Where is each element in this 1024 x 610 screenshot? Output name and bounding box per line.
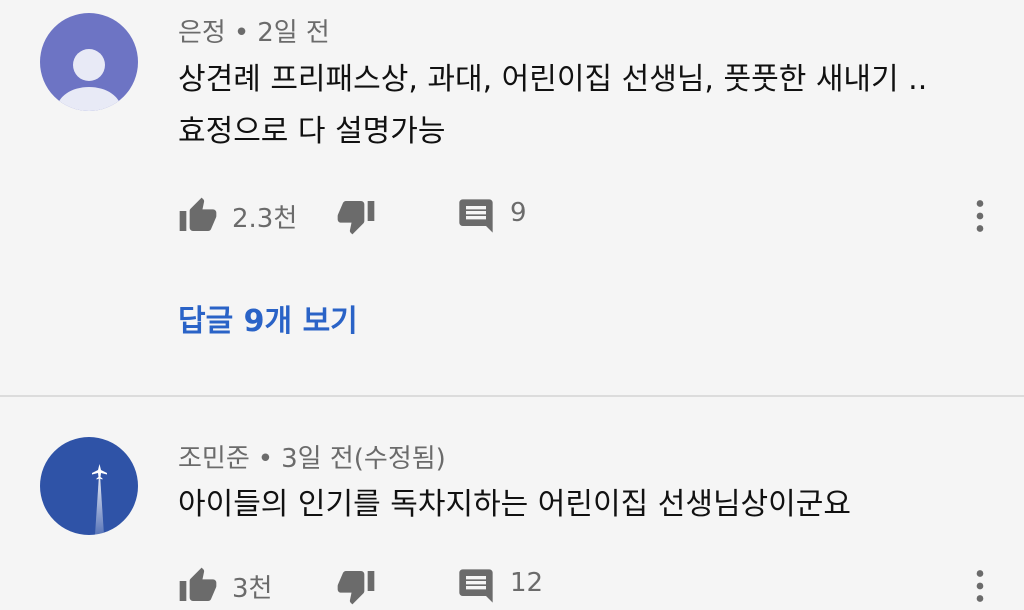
reply-count: 9 bbox=[510, 198, 527, 228]
author-name[interactable]: 조민준 bbox=[178, 444, 250, 474]
comment-item: 조민준 • 3일 전(수정됨) 아이들의 인기를 독차지하는 어린이집 선생님상이군… bbox=[0, 395, 1024, 605]
comment-time: 2일 전 bbox=[257, 18, 330, 48]
reply-count: 12 bbox=[510, 568, 544, 598]
view-replies-link[interactable]: 답글 9개 보기 bbox=[178, 296, 358, 340]
like-count: 2.3천 bbox=[232, 204, 298, 234]
comment-item: 은정 • 2일 전 상견례 프리패스상, 과대, 어린이집 선생님, 풋풋한 새내기… bbox=[0, 0, 1024, 395]
comment-meta: 은정 • 2일 전 bbox=[178, 12, 330, 49]
default-person-icon bbox=[57, 49, 121, 111]
comment-actions: 2.3천 9 bbox=[0, 190, 1024, 240]
comment-text: 상견례 프리패스상, 과대, 어린이집 선생님, 풋풋한 새내기 .. 효정으로… bbox=[178, 54, 927, 158]
thumb-up-icon[interactable] bbox=[178, 566, 218, 606]
author-name[interactable]: 은정 bbox=[178, 18, 226, 48]
thumb-down-icon[interactable] bbox=[336, 196, 376, 236]
more-vert-icon[interactable] bbox=[960, 566, 1000, 606]
comment-text: 아이들의 인기를 독차지하는 어린이집 선생님상이군요 bbox=[178, 479, 851, 531]
comment-icon[interactable] bbox=[456, 566, 496, 606]
comment-text-line: 효정으로 다 설명가능 bbox=[178, 114, 446, 149]
avatar[interactable] bbox=[40, 437, 138, 535]
meta-separator: • bbox=[233, 18, 250, 48]
airplane-contrail-icon bbox=[92, 464, 107, 535]
comment-icon[interactable] bbox=[456, 196, 496, 236]
meta-separator: • bbox=[257, 444, 274, 474]
comment-actions: 3천 12 bbox=[0, 560, 1024, 610]
comment-text-line: 아이들의 인기를 독차지하는 어린이집 선생님상이군요 bbox=[178, 487, 851, 522]
avatar[interactable] bbox=[40, 13, 138, 111]
comment-time: 3일 전(수정됨) bbox=[281, 444, 446, 474]
thumb-up-icon[interactable] bbox=[178, 196, 218, 236]
more-vert-icon[interactable] bbox=[960, 196, 1000, 236]
like-count: 3천 bbox=[232, 574, 273, 604]
thumb-down-icon[interactable] bbox=[336, 566, 376, 606]
comment-text-line: 상견례 프리패스상, 과대, 어린이집 선생님, 풋풋한 새내기 .. bbox=[178, 62, 928, 97]
comment-meta: 조민준 • 3일 전(수정됨) bbox=[178, 438, 446, 475]
